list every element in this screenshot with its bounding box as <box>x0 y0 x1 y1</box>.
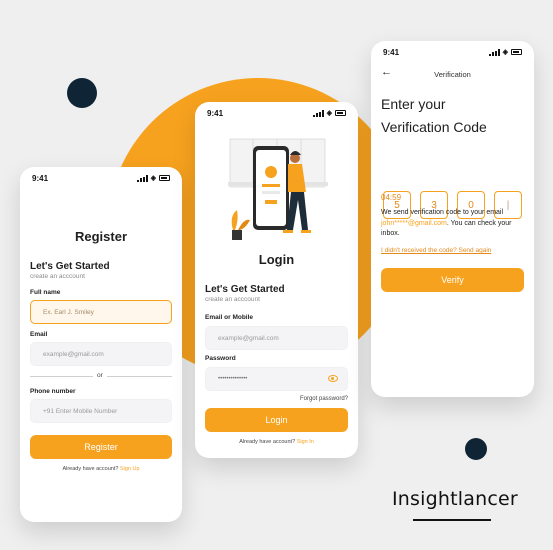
phone-label: Phone number <box>30 388 76 395</box>
status-time: 9:41 <box>207 108 224 118</box>
phone-placeholder: +91 Enter Mobile Number <box>43 407 118 415</box>
page-title: Register <box>74 229 128 244</box>
page-title: Login <box>258 252 295 267</box>
heading-line2: Verification Code <box>381 119 487 135</box>
password-label: Password <box>205 355 236 362</box>
status-time: 9:41 <box>32 173 49 183</box>
email-placeholder: example@gmail.com <box>43 350 104 358</box>
wifi-icon: ◈ <box>150 175 156 182</box>
fullname-placeholder: Ex. Earl J. Smiley <box>43 308 94 316</box>
signup-prompt: Already have account? Sign Up <box>20 466 182 472</box>
signal-icon <box>136 174 148 182</box>
signin-prompt: Already have account? Sign In <box>195 439 358 445</box>
signup-prompt-text: Already have account? <box>62 466 119 472</box>
signal-icon <box>312 109 324 117</box>
fullname-label: Full name <box>30 289 61 296</box>
email-input[interactable]: example@gmail.com <box>205 326 348 350</box>
signup-link[interactable]: Sign Up <box>120 466 140 472</box>
verification-phone: 9:41 ◈ ← Verification Enter your Verific… <box>371 41 534 397</box>
or-text: or <box>93 372 107 379</box>
subheading: create an acccount <box>205 296 260 303</box>
register-button[interactable]: Register <box>30 435 172 459</box>
signin-link[interactable]: Sign In <box>297 439 314 445</box>
email-input[interactable]: example@gmail.com <box>30 342 172 366</box>
decorative-dot-bottom <box>465 438 487 460</box>
email-label: Email or Mobile <box>205 314 254 321</box>
email-label: Email <box>30 331 48 338</box>
decorative-dot-top <box>67 78 97 108</box>
battery-icon <box>159 175 170 181</box>
subheading: create an acccount <box>30 273 85 280</box>
status-time: 9:41 <box>383 47 400 57</box>
password-value: •••••••••••••• <box>218 376 248 382</box>
wifi-icon: ◈ <box>326 110 332 117</box>
battery-icon <box>335 110 346 116</box>
masked-email: john*****@gmail.com <box>381 219 447 227</box>
countdown-timer: 04:59 <box>381 193 402 202</box>
status-bar: 9:41 ◈ <box>195 102 358 124</box>
forgot-password-link[interactable]: Forgot password? <box>300 396 348 402</box>
fullname-input[interactable]: Ex. Earl J. Smiley <box>30 300 172 324</box>
resend-code-link[interactable]: I didn't received the code? Send again <box>381 247 491 254</box>
eye-icon[interactable] <box>328 375 338 382</box>
verification-message: We send verification code to your email … <box>381 208 526 240</box>
signal-icon <box>488 48 500 56</box>
login-illustration <box>228 138 328 240</box>
email-placeholder: example@gmail.com <box>218 334 279 342</box>
battery-icon <box>511 49 522 55</box>
heading: Let's Get Started <box>205 284 285 295</box>
phone-input[interactable]: +91 Enter Mobile Number <box>30 399 172 423</box>
status-bar: 9:41 ◈ <box>371 41 534 63</box>
nav-title: Verification <box>434 70 471 79</box>
message-text-start: We send verification code to your email <box>381 209 504 216</box>
signin-prompt-text: Already have account? <box>239 439 296 445</box>
status-bar: 9:41 ◈ <box>20 167 182 189</box>
wifi-icon: ◈ <box>502 49 508 56</box>
password-input[interactable]: •••••••••••••• <box>205 367 348 391</box>
register-phone: 9:41 ◈ Register Let's Get Started create… <box>20 167 182 522</box>
heading: Let's Get Started <box>30 261 110 272</box>
brand-underline <box>413 519 491 521</box>
verify-button[interactable]: Verify <box>381 268 524 292</box>
heading-line1: Enter your <box>381 96 446 112</box>
login-button[interactable]: Login <box>205 408 348 432</box>
brand-name: Insightlancer <box>392 488 518 510</box>
login-phone: 9:41 ◈ Login Let's Get Started create an… <box>195 102 358 458</box>
